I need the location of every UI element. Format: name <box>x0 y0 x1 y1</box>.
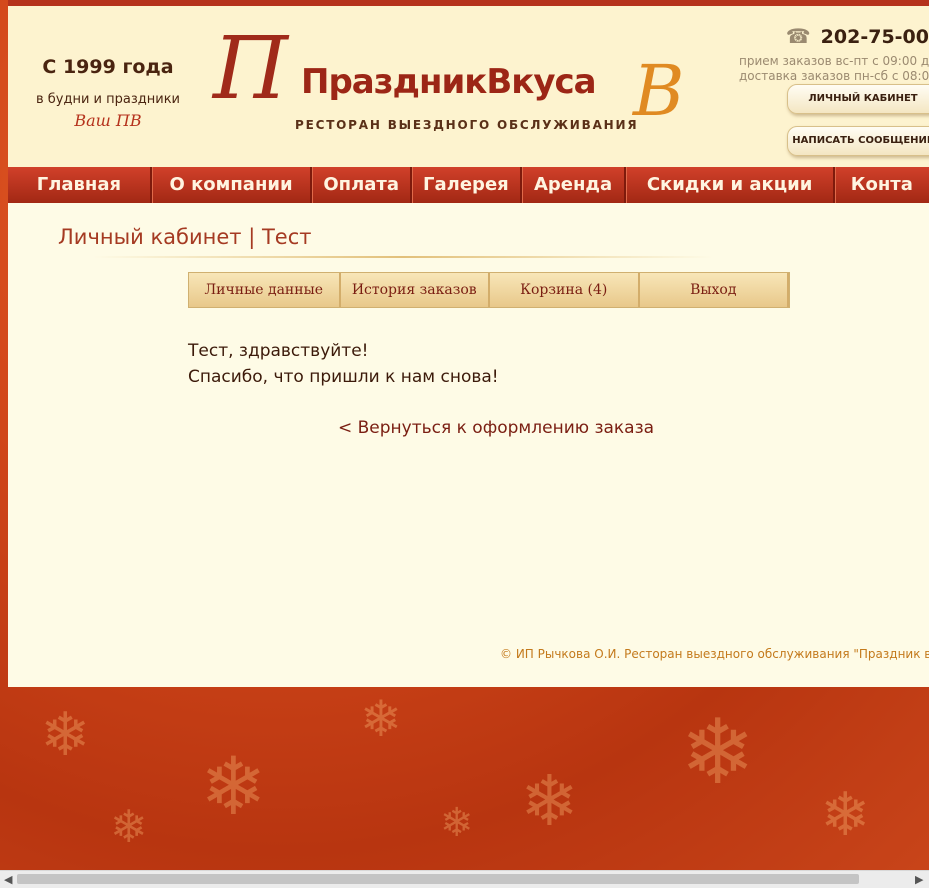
nav-item-contacts[interactable]: Конта <box>835 167 929 203</box>
footer-copyright: © ИП Рычкова О.И. Ресторан выездного обс… <box>500 647 929 661</box>
logo-word-1: Праздник <box>301 62 487 102</box>
hours-orders: прием заказов вс-пт с 09:00 до <box>739 54 929 68</box>
write-message-button[interactable]: НАПИСАТЬ СООБЩЕНИЕ <box>787 126 929 156</box>
greeting-line-2: Спасибо, что пришли к нам снова! <box>188 367 499 387</box>
main-nav: Главная О компании Оплата Галерея Аренда… <box>8 167 929 203</box>
cabinet-button[interactable]: ЛИЧНЫЙ КАБИНЕТ <box>787 84 929 114</box>
since-title: С 1999 года <box>42 56 174 78</box>
snowflake-icon: ❄ <box>110 800 148 853</box>
phone-number: 202-75-00 <box>820 26 929 48</box>
nav-item-discounts[interactable]: Скидки и акции <box>626 167 835 203</box>
main-content: Личный кабинет | Тест Личные данные Исто… <box>8 203 929 687</box>
tab-cart[interactable]: Корзина (4) <box>490 273 640 307</box>
nav-item-gallery[interactable]: Галерея <box>412 167 522 203</box>
logo-ornament-right: В <box>633 50 685 132</box>
logo-word-2: Вкуса <box>486 62 596 102</box>
logo-wordmark: ПраздникВкуса <box>301 62 597 102</box>
title-divider <box>93 256 713 258</box>
logo-tagline: РЕСТОРАН ВЫЕЗДНОГО ОБСЛУЖИВАНИЯ <box>295 118 639 132</box>
tab-order-history[interactable]: История заказов <box>341 273 490 307</box>
since-block: С 1999 года в будни и праздники Ваш ПВ <box>28 56 188 130</box>
snowflake-icon: ❄ <box>40 700 91 770</box>
snowflake-icon: ❄ <box>200 740 268 833</box>
logo-ornament-left: П <box>213 19 288 119</box>
browser-viewport: { "header": { "since_title": "С 1999 год… <box>0 0 929 888</box>
snowflake-icon: ❄ <box>360 690 402 748</box>
tab-logout[interactable]: Выход <box>640 273 789 307</box>
greeting: Тест, здравствуйте! Спасибо, что пришли … <box>188 338 499 390</box>
page-container: С 1999 года в будни и праздники Ваш ПВ П… <box>8 0 929 687</box>
snowflake-icon: ❄ <box>820 780 871 850</box>
site-header: С 1999 года в будни и праздники Ваш ПВ П… <box>8 6 929 167</box>
phone-icon: ☎ <box>785 24 811 48</box>
arrow-right-icon[interactable]: ▶ <box>915 873 923 886</box>
site-logo[interactable]: П ПраздникВкуса В РЕСТОРАН ВЫЕЗДНОГО ОБС… <box>213 26 733 146</box>
tab-personal-data[interactable]: Личные данные <box>189 273 341 307</box>
horizontal-scrollbar[interactable]: ◀ ▶ <box>0 870 929 888</box>
snowflake-icon: ❄ <box>680 700 756 805</box>
contact-block: ☎ 202-75-00 прием заказов вс-пт с 09:00 д… <box>739 24 929 84</box>
snowflake-icon: ❄ <box>520 760 579 842</box>
since-signature: Ваш ПВ <box>74 111 142 130</box>
nav-item-about[interactable]: О компании <box>152 167 313 203</box>
since-subtitle: в будни и праздники <box>35 92 181 107</box>
arrow-left-icon[interactable]: ◀ <box>4 873 12 886</box>
snowflake-icon: ❄ <box>440 800 474 846</box>
scrollbar-thumb[interactable] <box>17 874 859 884</box>
nav-item-rent[interactable]: Аренда <box>522 167 627 203</box>
greeting-line-1: Тест, здравствуйте! <box>188 341 369 361</box>
back-to-checkout-link[interactable]: < Вернуться к оформлению заказа <box>338 418 654 438</box>
cabinet-tabs: Личные данные История заказов Корзина (4… <box>188 272 790 308</box>
nav-item-payment[interactable]: Оплата <box>312 167 413 203</box>
hours-delivery: доставка заказов пн-сб с 08:00 <box>739 69 929 83</box>
nav-item-home[interactable]: Главная <box>8 167 152 203</box>
page-title: Личный кабинет | Тест <box>58 225 312 249</box>
